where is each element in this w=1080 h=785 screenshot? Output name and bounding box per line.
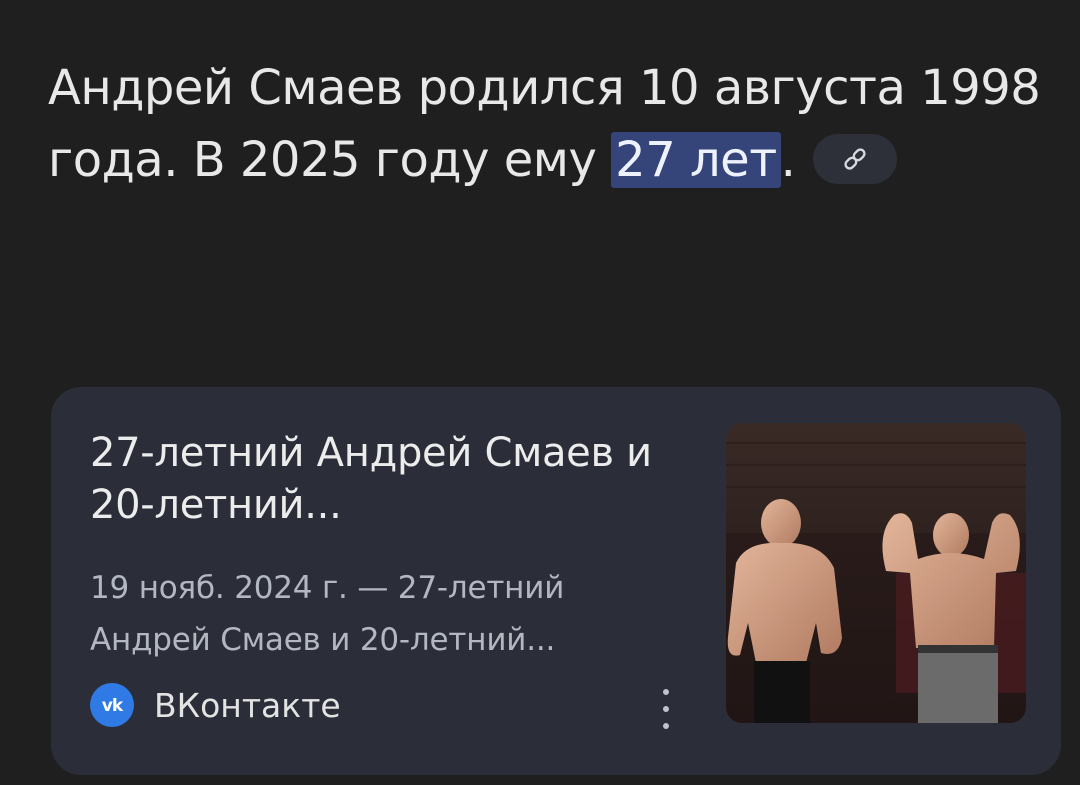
source-name: ВКонтакте [154, 685, 341, 725]
more-vert-icon[interactable] [651, 689, 681, 729]
ai-answer-text: Андрей Смаев родился 10 августа 1998 год… [48, 52, 1048, 196]
answer-highlight: 27 лет [611, 132, 781, 188]
two-bodybuilders-photo [726, 423, 1026, 723]
result-snippet: 19 нояб. 2024 г. — 27-летний Андрей Смае… [90, 570, 565, 658]
search-result-card[interactable]: 27-летний Андрей Смаев и 20-летний... 19… [51, 387, 1061, 775]
svg-text:vk: vk [102, 696, 124, 714]
result-thumbnail[interactable] [726, 423, 1026, 723]
result-title[interactable]: 27-летний Андрей Смаев и 20-летний... [90, 427, 670, 531]
answer-text-after: . [780, 132, 796, 188]
source-link-button[interactable] [813, 134, 898, 184]
vk-logo-icon: vk [90, 683, 134, 727]
link-icon [844, 148, 867, 170]
result-source[interactable]: vk ВКонтакте [90, 683, 341, 727]
